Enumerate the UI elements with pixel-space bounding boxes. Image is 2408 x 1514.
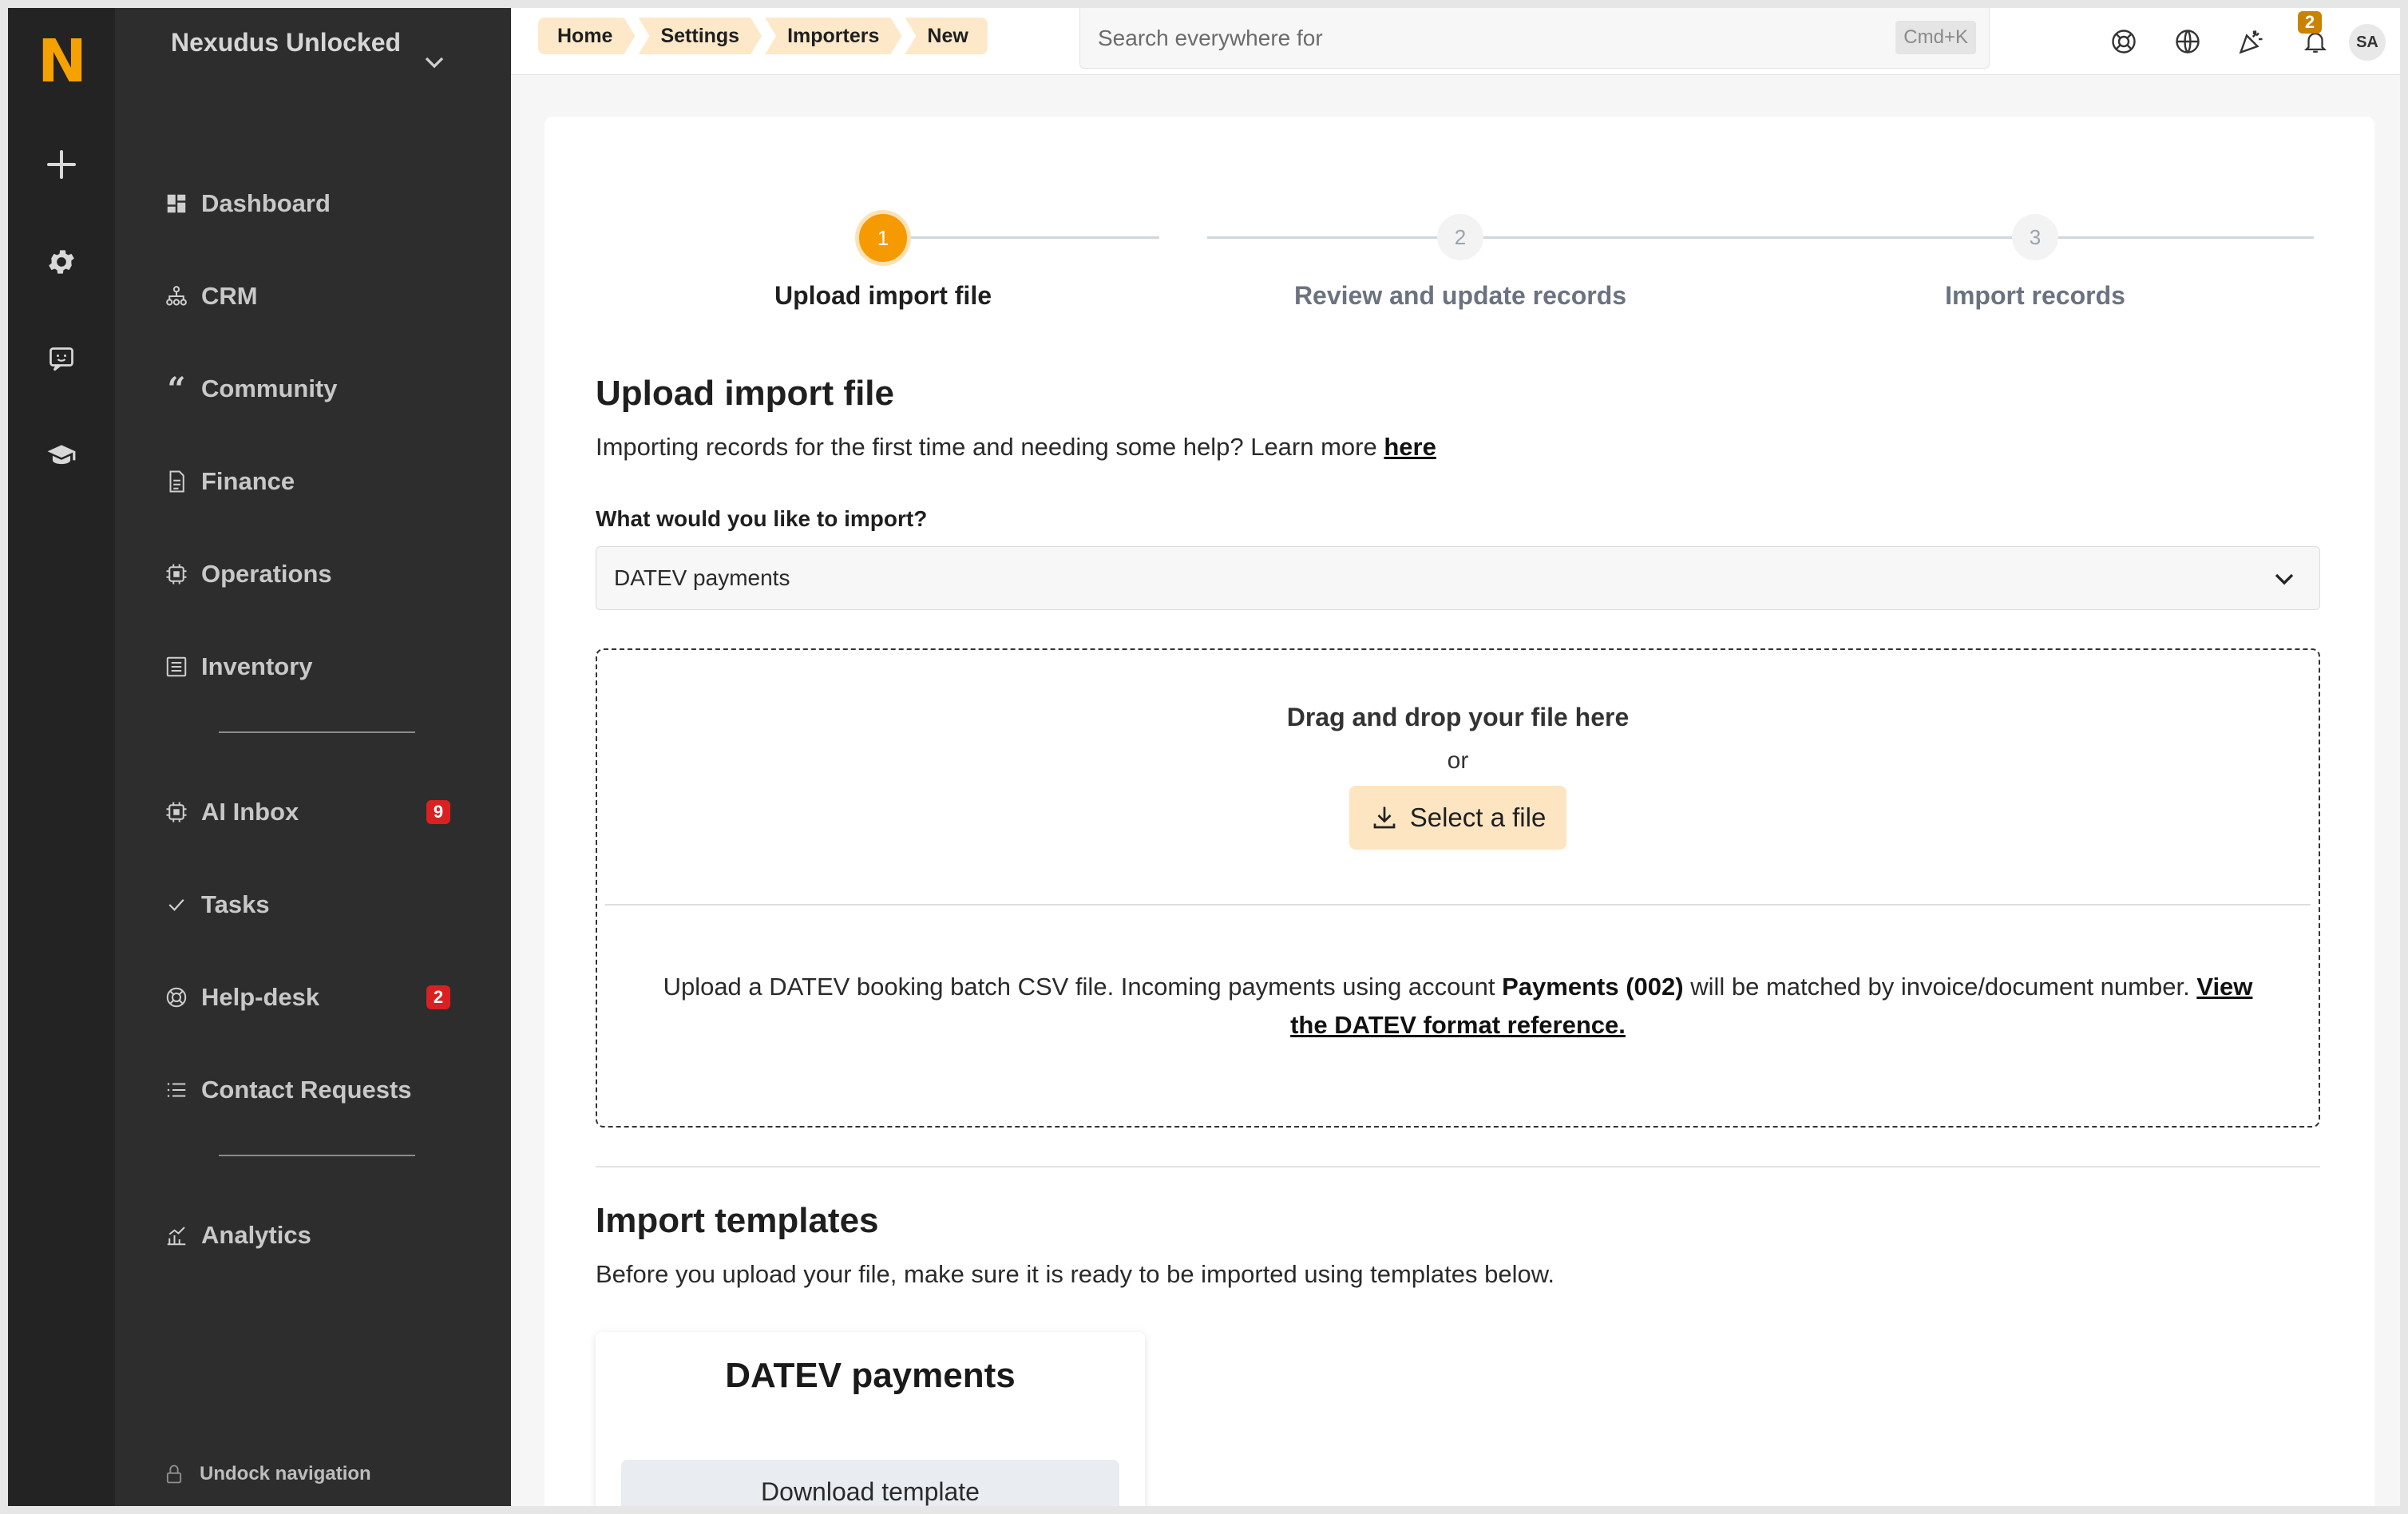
sidebar-item-contact-requests[interactable]: Contact Requests [163,1062,466,1118]
dashboard-icon [163,190,190,217]
import-type-value: DATEV payments [614,565,790,590]
file-dropzone[interactable]: Drag and drop your file here or Select a… [596,648,2320,1128]
sidebar-item-tasks[interactable]: Tasks [163,877,466,933]
template-card: DATEV payments Download template [596,1332,1145,1506]
step-2-label: Review and update records [1293,281,1627,310]
upload-intro: Importing records for the first time and… [596,433,1436,462]
lifebuoy-icon[interactable] [2108,26,2140,57]
template-card-title: DATEV payments [725,1356,1016,1395]
unread-badge: 9 [426,800,450,824]
help-text-account: Payments (002) [1502,973,1684,1001]
sidebar-item-label: Community [201,375,338,402]
download-icon [1370,803,1399,832]
chat-icon[interactable] [38,335,85,383]
breadcrumb-new[interactable]: New [905,18,988,54]
select-file-button[interactable]: Select a file [1349,786,1566,850]
help-text-before: Upload a DATEV booking batch CSV file. I… [663,973,1495,1001]
sidebar-item-analytics[interactable]: Analytics [163,1207,466,1263]
dropzone-title: Drag and drop your file here [1286,703,1630,731]
sidebar-item-dashboard[interactable]: Dashboard [163,176,466,232]
step-1-label: Upload import file [774,281,992,310]
notification-badge: 2 [2298,11,2322,34]
dropzone-or: or [1447,747,1469,774]
graduation-cap-icon[interactable] [38,431,85,479]
sidebar-item-inventory[interactable]: Inventory [163,639,466,695]
breadcrumb-settings[interactable]: Settings [638,18,762,54]
search-placeholder: Search everywhere for [1098,25,1323,50]
sidebar-item-operations[interactable]: Operations [163,546,466,602]
breadcrumb-importers[interactable]: Importers [765,18,901,54]
sidebar-item-label: Dashboard [201,189,331,217]
sidebar-item-ai-inbox[interactable]: AI Inbox 9 [163,784,466,840]
check-icon [163,891,190,918]
chip-icon [163,799,190,826]
sidebar-item-community[interactable]: “ Community [163,361,466,417]
sidebar-item-crm[interactable]: CRM [163,268,466,324]
sidebar-divider [219,731,415,733]
learn-more-link[interactable]: here [1384,433,1436,461]
sidebar-item-label: Help-desk [201,983,320,1011]
sidebar-item-help-desk[interactable]: Help-desk 2 [163,969,466,1025]
crm-icon [163,283,190,310]
select-file-label: Select a file [1409,803,1547,832]
download-template-button[interactable]: Download template [621,1460,1119,1506]
sidebar: Nexudus Unlocked Dashboard CRM “ Communi… [115,8,511,1506]
breadcrumb-home[interactable]: Home [538,18,635,54]
globe-icon[interactable] [2172,26,2204,57]
sidebar-divider [219,1155,415,1156]
section-divider [596,1166,2320,1167]
organization-name[interactable]: Nexudus Unlocked [171,27,410,57]
step-3-indicator: 3 [2012,214,2058,260]
dropzone-divider [605,904,2311,906]
list-icon [163,1076,190,1104]
sidebar-item-label: Inventory [201,652,313,680]
lock-icon [163,1463,185,1485]
breadcrumb: Home Settings Importers New [538,18,991,54]
app-window: N Nexudus Unlocked Dashboard CRM “ Commu… [8,8,2400,1506]
undock-navigation-button[interactable]: Undock navigation [163,1463,371,1485]
document-icon [163,468,190,495]
upload-intro-text: Importing records for the first time and… [596,433,1377,461]
search-shortcut: Cmd+K [1895,21,1976,54]
dropzone-help: Upload a DATEV booking batch CSV file. I… [645,968,2271,1044]
templates-intro: Before you upload your file, make sure i… [596,1260,1555,1288]
stepper-connector [899,236,1159,239]
import-type-label: What would you like to import? [596,506,928,531]
top-bar: Home Settings Importers New Search every… [511,8,2400,75]
sidebar-item-label: CRM [201,282,258,310]
sidebar-item-label: Analytics [201,1221,311,1249]
step-1-indicator: 1 [855,210,911,266]
undock-label: Undock navigation [200,1463,371,1484]
import-type-select[interactable]: DATEV payments [596,546,2320,610]
gear-icon[interactable] [38,238,85,286]
sidebar-item-label: Tasks [201,890,270,918]
sidebar-item-label: Finance [201,467,295,495]
lifebuoy-icon [163,984,190,1011]
chevron-down-icon [2268,563,2300,595]
templates-title: Import templates [596,1201,879,1240]
nexudus-logo[interactable]: N [27,26,97,97]
chevron-down-icon[interactable] [418,46,450,78]
import-card: 1 Upload import file 2 Review and update… [545,117,2374,1506]
upload-title: Upload import file [596,374,894,413]
plus-icon[interactable] [38,141,85,188]
help-text-after: will be matched by invoice/document numb… [1690,973,2190,1001]
avatar[interactable]: SA [2349,24,2386,61]
chart-icon [163,1222,190,1249]
sidebar-item-label: Operations [201,560,332,588]
sidebar-item-finance[interactable]: Finance [163,454,466,509]
chip-icon [163,561,190,588]
sidebar-item-label: AI Inbox [201,798,299,826]
quote-icon: “ [167,370,186,408]
step-3-label: Import records [1945,281,2125,310]
app-rail: N [8,8,115,1506]
list-box-icon [163,653,190,680]
search-input[interactable]: Search everywhere for Cmd+K [1079,8,1990,69]
sidebar-item-label: Contact Requests [201,1076,412,1104]
step-2-indicator: 2 [1437,214,1483,260]
unread-badge: 2 [426,985,450,1009]
party-popper-icon[interactable] [2236,26,2267,57]
